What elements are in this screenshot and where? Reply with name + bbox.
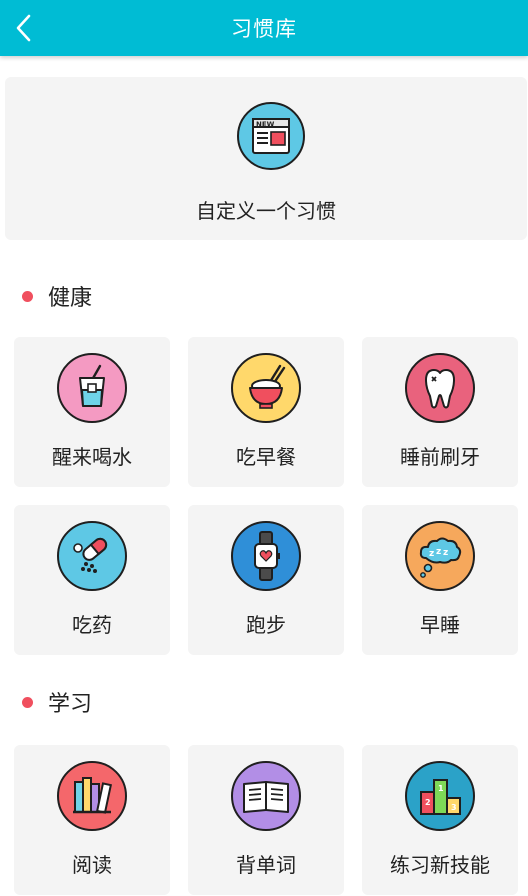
habit-tile-breakfast[interactable]: 吃早餐 [188,337,344,487]
water-cup-icon [56,352,128,424]
habit-label: 背单词 [236,853,296,877]
sleep-bubble-icon: z z z [404,520,476,592]
habit-tile-sleep-early[interactable]: z z z 早睡 [362,505,518,655]
svg-text:1: 1 [438,784,444,793]
section-title: 健康 [48,286,93,311]
podium-icon: 2 1 3 [404,760,476,832]
svg-text:3: 3 [451,803,457,812]
habit-label: 醒来喝水 [52,445,132,469]
section-dot [22,696,33,708]
svg-text:z: z [443,548,448,558]
custom-habit-card[interactable]: NEW 自定义一个习惯 [5,77,527,240]
books-icon [56,760,128,832]
habit-label: 早睡 [420,613,460,637]
pill-icon [56,520,128,592]
chevron-left-icon [16,14,31,42]
habit-tile-brush-teeth[interactable]: 睡前刷牙 [362,337,518,487]
svg-text:z: z [429,549,434,559]
back-button[interactable] [0,0,48,56]
section-title: 学习 [48,692,93,717]
habit-tile-vocabulary[interactable]: 背单词 [188,745,344,895]
section-dot [22,290,33,302]
svg-text:2: 2 [425,798,431,807]
habit-tile-medicine[interactable]: 吃药 [14,505,170,655]
section-header-study: 学习 [22,686,92,718]
habit-label: 跑步 [246,613,286,637]
svg-text:NEW: NEW [256,121,275,129]
habit-tile-running[interactable]: 跑步 [188,505,344,655]
svg-text:z: z [436,547,441,557]
custom-habit-label: 自定义一个习惯 [196,199,336,223]
tooth-icon [404,352,476,424]
habit-label: 吃药 [72,613,112,637]
rice-bowl-icon [230,352,302,424]
smartwatch-icon [230,520,302,592]
habit-label: 练习新技能 [390,853,490,877]
habit-label: 阅读 [72,853,112,877]
habit-tile-new-skill[interactable]: 2 1 3 练习新技能 [362,745,518,895]
newspaper-icon: NEW [236,101,306,171]
page-title: 习惯库 [231,17,297,41]
open-book-icon [230,760,302,832]
top-app-bar: 习惯库 [0,0,528,56]
habit-label: 睡前刷牙 [400,445,480,469]
section-header-health: 健康 [22,280,92,312]
habit-tile-reading[interactable]: 阅读 [14,745,170,895]
habit-tile-drink-water[interactable]: 醒来喝水 [14,337,170,487]
habit-label: 吃早餐 [236,445,296,469]
